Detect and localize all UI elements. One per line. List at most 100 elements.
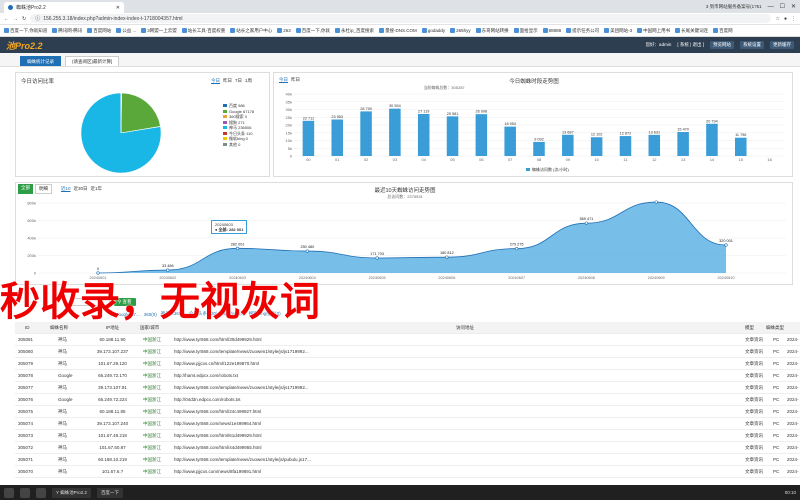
filter-week[interactable]: 1周 xyxy=(245,78,252,84)
system-settings-button[interactable]: 系统设置 xyxy=(740,41,764,49)
bookmark-item[interactable]: 腾讯网-腾讯 xyxy=(52,28,82,34)
bookmark-item[interactable]: 百度网 xyxy=(713,28,733,34)
data-point[interactable] xyxy=(445,255,449,259)
bar[interactable] xyxy=(533,141,545,156)
data-point[interactable] xyxy=(96,271,100,275)
bookmark-item[interactable]: 百度网站 xyxy=(87,28,111,34)
minimize-icon[interactable]: — xyxy=(768,4,774,10)
table-row[interactable]: 305076 Google 66.249.72.224 中国浙江 http://04d3… xyxy=(15,394,800,406)
table-row[interactable]: 305080 神马 39.173.107.237 中国浙江 http://www.tyr… xyxy=(15,346,800,358)
bookmark-item[interactable]: 提示任务公司 xyxy=(566,28,599,34)
close-icon[interactable]: ✕ xyxy=(116,5,120,11)
back-icon[interactable]: ← xyxy=(4,16,9,22)
reload-icon[interactable]: ↻ xyxy=(22,16,26,22)
browser-tab[interactable]: 蜘蛛池Pro2.2 ✕ xyxy=(4,2,124,13)
table-row[interactable]: 305075 神马 60.188.11.85 中国浙江 http://www.tyr56… xyxy=(15,406,800,418)
bar[interactable] xyxy=(331,119,343,156)
cell-url[interactable]: http://04d3n.edpcx.com/robots.txt xyxy=(170,397,745,402)
bookmark-item[interactable]: 面拾显示 xyxy=(513,28,538,34)
data-point[interactable] xyxy=(375,256,379,260)
update-cache-button[interactable]: 更新缓存 xyxy=(770,41,794,49)
bar[interactable] xyxy=(590,137,603,156)
start-icon[interactable] xyxy=(4,487,14,498)
search-taskbar-icon[interactable] xyxy=(20,487,30,498)
url-input[interactable]: ⓘ 156.255.3.18/index.php?admin-index-ind… xyxy=(30,14,772,23)
cell-url[interactable]: http://www.tyr568.com/html/44d499955.htm… xyxy=(170,445,745,450)
bookmark-item[interactable]: 中国网上用书 xyxy=(637,28,670,34)
data-point[interactable] xyxy=(584,221,589,225)
table-row[interactable]: 305070 神马 101.67.6.? 中国浙江 http://www.pjjcxs.… xyxy=(15,466,800,478)
bar[interactable] xyxy=(562,134,574,156)
bookmark-item[interactable]: 263 xyxy=(277,28,291,33)
table-row[interactable]: 305077 神马 39.173.107.91 中国浙江 http://www.tyr5… xyxy=(15,382,800,394)
profile-icon[interactable]: ● xyxy=(784,16,787,22)
bookmark-item[interactable]: godaddy xyxy=(421,28,445,33)
data-point[interactable] xyxy=(515,246,519,251)
table-row[interactable]: 305078 Google 66.249.72.170 中国浙江 http://hamt… xyxy=(15,370,800,382)
cell-url[interactable]: http://www.pjjcxs.cn/html/122e199870.htm… xyxy=(170,361,745,366)
bookmark-item[interactable]: 百度一下,你就 xyxy=(295,28,330,34)
menu-icon[interactable]: ⋮ xyxy=(791,16,796,22)
cell-url[interactable]: http://hamt.edpcx.com/robots.txt xyxy=(170,373,745,378)
account-links[interactable]: [ 系统 | 退出 ] xyxy=(677,42,704,48)
cell-url[interactable]: http://www.tyr568.com/news/1e499964.html xyxy=(170,421,745,426)
table-row[interactable]: 305073 神马 101.67.49.218 中国浙江 http://www.tyr5… xyxy=(15,430,800,442)
cell-url[interactable]: http://www.tyr568.com/html/30d499929.htm… xyxy=(170,337,745,342)
table-row[interactable]: 305072 神马 101.67.50.87 中国浙江 http://www.tyr56… xyxy=(15,442,800,454)
browser-taskbar-icon[interactable] xyxy=(36,487,46,498)
taskbar-item-1[interactable]: Y 蜘蛛池Pro2.2 xyxy=(52,487,91,498)
bookmark-item[interactable]: 3网盟一上云盟 xyxy=(141,28,177,34)
bookmark-item[interactable]: 东哥网站转换 xyxy=(475,28,509,34)
data-point[interactable] xyxy=(166,268,170,272)
bar[interactable] xyxy=(475,114,488,156)
data-point[interactable] xyxy=(235,246,240,250)
bar[interactable] xyxy=(504,126,516,156)
cell-url[interactable]: http://www.tyr568.com/template/news/zuow… xyxy=(170,349,745,354)
bookmark-item[interactable]: 百度一下,你就知道 xyxy=(4,28,47,34)
bar[interactable] xyxy=(302,120,315,156)
pie-legend-item[interactable]: 其他 0 xyxy=(223,142,254,148)
preview-site-button[interactable]: 预览网站 xyxy=(710,41,734,49)
bar[interactable] xyxy=(389,108,401,156)
bar[interactable] xyxy=(446,116,459,156)
table-row[interactable]: 305081 神马 60.188.11.90 中国浙江 http://www.tyr56… xyxy=(15,334,800,346)
star-icon[interactable]: ☆ xyxy=(775,16,779,22)
bookmark-item[interactable]: 站长之家用户中心 xyxy=(230,28,272,34)
table-row[interactable]: 305079 神马 101.67.29.120 中国浙江 http://www.pjjc… xyxy=(15,358,800,370)
bar[interactable] xyxy=(648,134,661,156)
bar[interactable] xyxy=(360,111,372,156)
table-row[interactable]: 305074 神马 39.173.107.240 中国浙江 http://www.tyr… xyxy=(15,418,800,430)
bar[interactable] xyxy=(677,132,689,156)
bookmark-item[interactable]: 公益 ... xyxy=(116,28,136,34)
bookmark-item[interactable]: 永杜ip_百度搜索 xyxy=(335,28,374,34)
filter-7day[interactable]: 7日 xyxy=(235,78,242,84)
data-point[interactable] xyxy=(724,243,728,247)
cell-url[interactable]: http://www.pjjcxs.com/news/8fa199891.htm… xyxy=(170,469,745,474)
bookmark-item[interactable]: 站长工具-百度权重 xyxy=(181,28,225,34)
data-point[interactable] xyxy=(305,249,309,253)
tab-spider-stats[interactable]: 蜘蛛统计记录 xyxy=(20,56,61,66)
bookmark-item[interactable]: 265hyy xyxy=(450,28,471,33)
data-point[interactable] xyxy=(654,200,658,204)
pie-slice[interactable] xyxy=(120,92,161,134)
table-row[interactable]: 305071 神马 60.188.10.219 中国浙江 http://www.tyr5… xyxy=(15,454,800,466)
bar[interactable] xyxy=(417,113,430,156)
forward-icon[interactable]: → xyxy=(13,16,18,22)
filter-yesterday[interactable]: 昨日 xyxy=(223,78,232,84)
taskbar-item-2[interactable]: 百度一下 xyxy=(96,487,123,498)
bar[interactable] xyxy=(619,136,632,156)
bookmark-item[interactable]: 长尾关键词连 xyxy=(675,28,708,34)
bookmark-item[interactable]: 美团网站-3 xyxy=(604,28,632,34)
filter-today[interactable]: 今日 xyxy=(211,78,220,84)
bar[interactable] xyxy=(706,123,718,156)
tab-latest-calc[interactable]: (请查阅区)最新计算] xyxy=(65,56,120,66)
bookmark-item[interactable]: 量搜-DNS.COM xyxy=(379,28,417,34)
cell-url[interactable]: http://www.tyr568.com/html/24c499927.htm… xyxy=(170,409,745,414)
maximize-icon[interactable]: ☐ xyxy=(780,3,785,10)
cell-url[interactable]: http://www.tyr568.com/template/news/zuow… xyxy=(170,457,745,462)
window-close-icon[interactable]: ✕ xyxy=(791,3,796,10)
cell-url[interactable]: http://www.tyr568.com/template/news/zuow… xyxy=(170,385,745,390)
cell-url[interactable]: http://www.tyr568.com/html/61d499929.htm… xyxy=(170,433,745,438)
bar[interactable] xyxy=(735,137,747,156)
bookmark-item[interactable]: 88888 xyxy=(542,28,561,33)
